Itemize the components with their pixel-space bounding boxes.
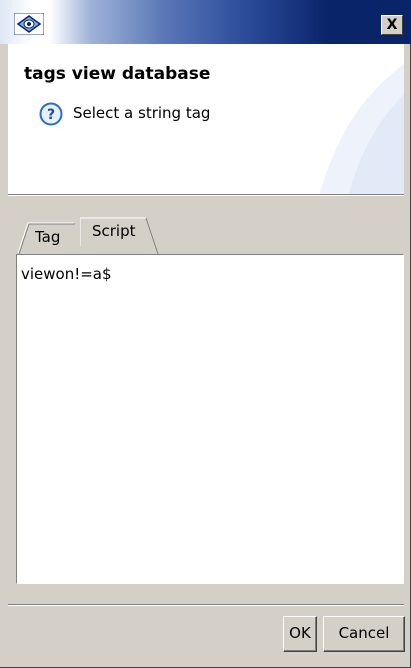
page-title: tags view database	[24, 64, 211, 84]
tab-bar: Tag Script	[16, 216, 396, 254]
dialog-window: X tags view database ? Select a string t…	[0, 0, 411, 668]
script-editor[interactable]: viewon!=a$	[16, 254, 404, 584]
close-icon: X	[386, 17, 398, 33]
header-message: Select a string tag	[73, 104, 211, 122]
tab-script[interactable]: Script	[80, 216, 160, 254]
svg-text:?: ?	[47, 107, 55, 123]
cancel-button[interactable]: Cancel	[323, 616, 405, 652]
tab-script-label: Script	[92, 222, 136, 240]
help-icon: ?	[39, 102, 63, 126]
title-bar: X	[0, 0, 411, 44]
separator	[8, 604, 404, 606]
header-panel: tags view database ? Select a string tag	[8, 44, 404, 194]
dialog-icon	[14, 13, 44, 35]
tab-tag[interactable]: Tag	[18, 216, 76, 254]
close-button[interactable]: X	[381, 15, 403, 35]
separator	[8, 194, 404, 196]
tab-tag-label: Tag	[35, 228, 61, 246]
header-decoration	[319, 64, 404, 194]
ok-button[interactable]: OK	[283, 616, 317, 652]
